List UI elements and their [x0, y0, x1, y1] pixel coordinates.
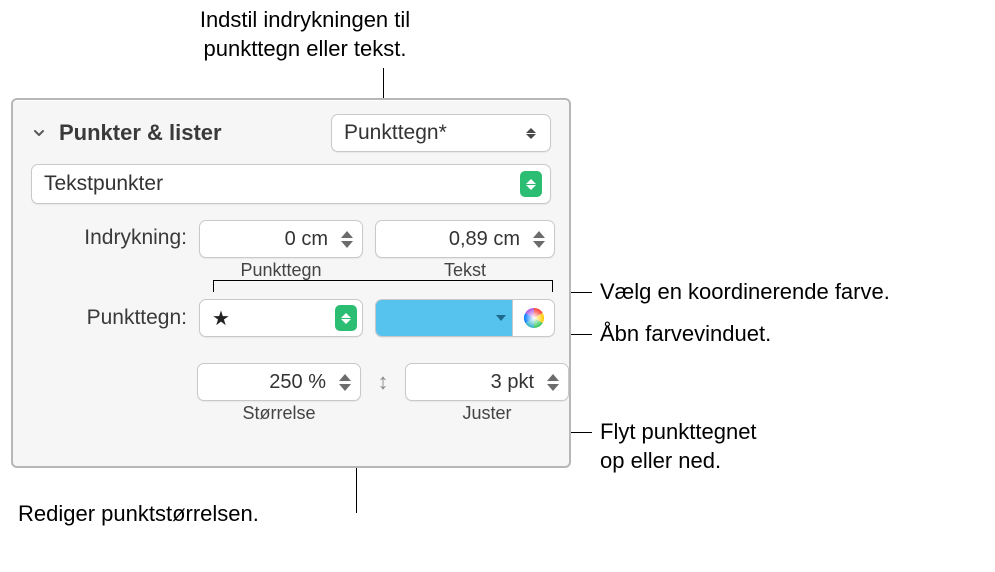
bullet-indent-value: 0 cm: [210, 228, 336, 251]
list-style-popup[interactable]: Punkttegn*: [331, 114, 551, 152]
disclosure-chevron-icon[interactable]: [31, 125, 47, 141]
stepper-arrows-icon: [528, 231, 550, 248]
chevron-down-icon: [496, 315, 506, 321]
chevron-updown-icon: [520, 171, 542, 197]
text-indent-value: 0,89 cm: [386, 228, 528, 251]
callout-bullet-size: Rediger punktstørrelsen.: [18, 500, 259, 529]
bullet-align-caption: Juster: [405, 403, 569, 424]
callout-coord-color: Vælg en koordinerende farve.: [600, 278, 890, 307]
bullet-label: Punkttegn:: [31, 306, 187, 330]
stepper-arrows-icon: [334, 374, 356, 391]
indent-bracket: [213, 280, 553, 298]
bullet-type-value: Tekstpunkter: [44, 172, 163, 196]
vertical-drag-icon: ↕: [378, 369, 389, 395]
bullet-size-stepper[interactable]: 250 %: [197, 363, 361, 401]
color-wheel-button[interactable]: [513, 299, 555, 337]
bullet-align-stepper[interactable]: 3 pkt: [405, 363, 569, 401]
bullet-indent-caption: Punkttegn: [199, 260, 363, 281]
color-wheel-icon: [523, 307, 545, 329]
bullet-align-value: 3 pkt: [416, 371, 542, 394]
bullet-indent-stepper[interactable]: 0 cm: [199, 220, 363, 258]
text-indent-stepper[interactable]: 0,89 cm: [375, 220, 555, 258]
list-style-value: Punkttegn*: [344, 121, 447, 145]
callout-move-bullet: Flyt punkttegnet op eller ned.: [600, 418, 757, 475]
bullet-size-caption: Størrelse: [197, 403, 361, 424]
stepper-arrows-icon: [542, 374, 564, 391]
bullets-lists-panel: Punkter & lister Punkttegn* Tekstpunkter…: [11, 98, 571, 468]
bullet-size-value: 250 %: [208, 371, 334, 394]
text-indent-caption: Tekst: [375, 260, 555, 281]
bullet-type-popup[interactable]: Tekstpunkter: [31, 164, 551, 204]
chevron-updown-icon: [335, 305, 357, 331]
section-title: Punkter & lister: [59, 120, 222, 146]
indent-label: Indrykning:: [31, 220, 187, 250]
bullet-color-swatch[interactable]: [375, 299, 513, 337]
star-icon: ★: [212, 306, 230, 331]
chevron-updown-icon: [520, 120, 542, 146]
bullet-glyph-popup[interactable]: ★: [199, 299, 363, 337]
stepper-arrows-icon: [336, 231, 358, 248]
callout-open-color: Åbn farvevinduet.: [600, 320, 771, 349]
callout-indent: Indstil indrykningen til punkttegn eller…: [150, 6, 460, 63]
